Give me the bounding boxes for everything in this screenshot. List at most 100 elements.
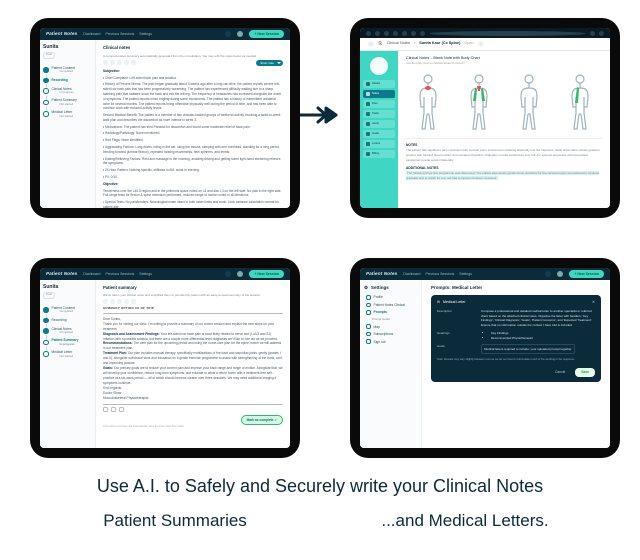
settings-item-subscriptions[interactable]: Subscriptions xyxy=(366,332,417,337)
avatar[interactable] xyxy=(237,271,243,277)
sidebar-item-medical-letter[interactable]: Medical LetterNot started xyxy=(43,110,92,118)
settings-item-profile[interactable]: Profile xyxy=(366,295,417,300)
sidebar-item-medical-letter[interactable]: Medical LetterNot started xyxy=(43,350,92,358)
clinical-notes-panel: Clinical notes A comprehensive summary a… xyxy=(96,40,290,208)
sidebar-item-billing[interactable]: Billing xyxy=(363,150,395,158)
toolbar-icon[interactable] xyxy=(384,31,389,36)
thumbs-up-icon[interactable] xyxy=(119,407,124,412)
breadcrumb-patient[interactable]: Sunita Kaur (Cx Spine) xyxy=(419,41,460,46)
chevron-left-icon[interactable]: ‹ xyxy=(368,41,374,47)
sidebar-item-patient-summary[interactable]: Patient SummaryNot started xyxy=(43,98,92,106)
settings-sidebar: ⚙Settings Profile Patient Notes Clinical… xyxy=(360,280,422,448)
sidebar-item-consent[interactable]: Patient ConsentCompleted xyxy=(43,306,92,314)
notes-text: NOTES The patient has significant pain c… xyxy=(406,143,602,181)
chevron-right-icon[interactable]: › xyxy=(478,41,484,47)
intro-text: A comprehensive summary automatically ge… xyxy=(103,54,283,58)
settings-sub-guide[interactable]: Prompt Guide xyxy=(372,318,417,322)
copy-icon[interactable] xyxy=(103,407,108,412)
sidebar-item-patient-summary[interactable]: Patient SummaryIn progress xyxy=(43,338,92,346)
settings-item-map[interactable]: Map xyxy=(366,324,417,329)
teal-sidebar: Details Notes Files Tasks Alerts Goals L… xyxy=(360,51,398,208)
bold-icon[interactable] xyxy=(103,60,108,65)
help-icon[interactable] xyxy=(225,271,231,277)
sidebar-item-letters[interactable]: Letters xyxy=(363,140,395,148)
note-type-badge[interactable]: Short note xyxy=(256,60,283,66)
toolbar-icon[interactable] xyxy=(599,31,604,36)
chart-subtitle: Use the body chart to indicate areas of … xyxy=(406,62,602,66)
avatar[interactable] xyxy=(237,31,243,37)
sidebar-item-tasks[interactable]: Tasks xyxy=(363,110,395,118)
download-icon[interactable] xyxy=(111,407,116,412)
toolbar-icon[interactable] xyxy=(375,31,380,36)
arrow-icon xyxy=(300,105,338,125)
new-session-button[interactable]: + New Session xyxy=(569,270,604,278)
sidebar-item-goals[interactable]: Goals xyxy=(363,130,395,138)
body-front[interactable] xyxy=(413,73,443,133)
sidebar-item-clinical-notes[interactable]: Clinical NotesCompleted xyxy=(43,327,92,335)
body-side-left[interactable] xyxy=(514,73,544,133)
heading-icon[interactable] xyxy=(131,60,136,65)
body-chart[interactable] xyxy=(406,70,602,139)
body-back[interactable] xyxy=(464,73,494,133)
tablet-patient-summary: Patient Notes Dashboard Previous Session… xyxy=(30,258,300,458)
toolbar-icon[interactable] xyxy=(402,31,407,36)
sidebar-item-recording[interactable]: Recording xyxy=(43,78,92,84)
nav-settings[interactable]: Settings xyxy=(139,272,152,277)
sidebar-item-alerts[interactable]: Alerts xyxy=(363,120,395,128)
new-session-button[interactable]: + New Session xyxy=(249,270,284,278)
nav-dashboard[interactable]: Dashboard xyxy=(403,272,420,277)
underline-icon[interactable] xyxy=(117,60,122,65)
sidebar-item-consent[interactable]: Patient ConsentCompleted xyxy=(43,66,92,74)
breadcrumb-section[interactable]: Clinical Notes xyxy=(387,41,410,46)
guide-text[interactable]: Medical letters required to include: you… xyxy=(481,344,575,355)
home-icon[interactable]: 🏠 xyxy=(378,41,383,46)
breadcrumb-status: Open xyxy=(464,41,473,46)
toolbar xyxy=(103,299,283,304)
sidebar-item-details[interactable]: Details xyxy=(363,80,395,88)
desc-label: Description xyxy=(437,309,473,314)
tablet-clinical-notes: Patient Notes Dashboard Previous Session… xyxy=(30,18,300,218)
toolbar-icon[interactable] xyxy=(411,31,416,36)
avatar[interactable] xyxy=(557,271,563,277)
topbar: Patient Notes Dashboard Previous Session… xyxy=(40,28,290,40)
sidebar-item-recording[interactable]: Recording xyxy=(43,318,92,324)
patient-avatar[interactable] xyxy=(370,57,388,75)
new-session-button[interactable]: + New Session xyxy=(249,30,284,38)
summary-body[interactable]: SUMMARY OPTION AS OF TRIP Dear Sunita, T… xyxy=(103,306,283,430)
toolbar-icon[interactable] xyxy=(393,31,398,36)
nav-settings[interactable]: Settings xyxy=(139,32,152,37)
cancel-button[interactable]: Cancel xyxy=(549,368,571,377)
mark-complete-button[interactable]: Mark as complete ✓ xyxy=(241,415,283,425)
sidebar-item-clinical-notes[interactable]: Clinical NotesIn progress xyxy=(43,87,92,95)
nav-dashboard[interactable]: Dashboard xyxy=(83,32,100,37)
headings-label: Headings xyxy=(437,331,473,336)
nav-sessions[interactable]: Previous Sessions xyxy=(425,272,454,277)
list-icon[interactable] xyxy=(124,60,129,65)
headings-list[interactable]: Key Findings Recommended Physiotherapist xyxy=(481,331,533,341)
sidebar-item-files[interactable]: Files xyxy=(363,100,395,108)
session-sidebar: Sunita Draft Patient ConsentCompleted Re… xyxy=(40,40,96,208)
toolbar-icon[interactable] xyxy=(366,31,371,36)
body-side-right[interactable] xyxy=(565,73,595,133)
settings-item-signout[interactable]: Sign out xyxy=(366,339,417,344)
tablet-body-chart: ‹ 🏠 Clinical Notes › Sunita Kaur (Cx Spi… xyxy=(350,18,620,218)
nav-sessions[interactable]: Previous Sessions xyxy=(105,272,134,277)
help-icon[interactable] xyxy=(545,271,551,277)
nav-settings[interactable]: Settings xyxy=(459,272,472,277)
guide-label: Guide xyxy=(437,344,473,349)
app-toolbar xyxy=(360,28,610,38)
close-icon[interactable]: ✕ xyxy=(592,300,595,306)
save-button[interactable]: Save xyxy=(575,368,595,377)
italic-icon[interactable] xyxy=(110,60,115,65)
nav-sessions[interactable]: Previous Sessions xyxy=(105,32,134,37)
settings-item-clinical[interactable]: Patient Notes Clinical xyxy=(366,303,417,308)
note-body[interactable]: Subjective: • Chief Complaint: Left-side… xyxy=(103,69,283,208)
help-icon[interactable] xyxy=(225,31,231,37)
sidebar-item-notes[interactable]: Notes xyxy=(363,90,395,98)
nav-dashboard[interactable]: Dashboard xyxy=(83,272,100,277)
toolbar-icon[interactable] xyxy=(420,31,425,36)
prompt-panel: Prompts: Medical Letter ✉Medical Letter✕… xyxy=(422,280,610,448)
toolbar-icon[interactable] xyxy=(590,31,595,36)
desc-text[interactable]: Compose a professional and detailed medi… xyxy=(481,309,595,328)
settings-item-prompts[interactable]: Prompts xyxy=(366,310,417,315)
